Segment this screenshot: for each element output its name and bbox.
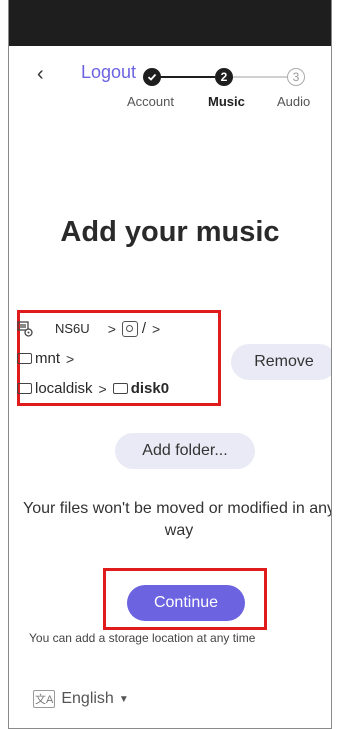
app-frame: ‹ Logout 2 3 Account Music Audio Add you… bbox=[8, 0, 332, 729]
step-account-check-icon bbox=[143, 68, 161, 86]
translate-icon: 文A bbox=[33, 690, 56, 708]
path-folder-mnt[interactable]: mnt bbox=[35, 350, 60, 367]
step-connector-1 bbox=[153, 76, 215, 78]
path-row-mnt: mnt > bbox=[17, 350, 80, 367]
step-audio-marker: 3 bbox=[287, 68, 305, 86]
continue-button[interactable]: Continue bbox=[127, 585, 245, 621]
remove-button[interactable]: Remove bbox=[231, 344, 331, 380]
path-folder-disk0[interactable]: disk0 bbox=[131, 380, 169, 397]
path-separator: > bbox=[66, 350, 75, 367]
step-music-label: Music bbox=[208, 94, 245, 109]
path-row-device: NS6U > / > bbox=[17, 320, 166, 337]
path-separator: > bbox=[107, 320, 116, 337]
folder-icon bbox=[17, 383, 32, 394]
hint-fade-overlay bbox=[275, 630, 319, 648]
language-label: English bbox=[61, 690, 114, 707]
folder-icon bbox=[17, 353, 32, 364]
page-title: Add your music bbox=[60, 216, 280, 248]
root-folder[interactable]: / bbox=[142, 320, 146, 337]
language-selector[interactable]: 文A English ▼ bbox=[33, 690, 129, 708]
path-folder-localdisk[interactable]: localdisk bbox=[35, 380, 93, 397]
network-drive-icon bbox=[17, 320, 33, 337]
folder-icon bbox=[112, 383, 128, 394]
device-name[interactable]: NS6U bbox=[55, 321, 90, 336]
step-account-label: Account bbox=[127, 94, 174, 109]
step-audio-label: Audio bbox=[277, 94, 311, 109]
path-separator: > bbox=[98, 380, 107, 397]
caret-down-icon: ▼ bbox=[118, 693, 129, 705]
path-row-localdisk: localdisk > disk0 bbox=[17, 380, 169, 397]
step-music-marker: 2 bbox=[215, 68, 233, 86]
path-separator: > bbox=[152, 320, 161, 337]
progress-stepper: 2 3 Account Music Audio bbox=[9, 0, 331, 120]
step-connector-2 bbox=[233, 76, 287, 78]
disk-icon bbox=[121, 320, 138, 337]
add-folder-button[interactable]: Add folder... bbox=[115, 433, 255, 469]
info-text: Your files won't be moved or modified in… bbox=[23, 500, 332, 539]
